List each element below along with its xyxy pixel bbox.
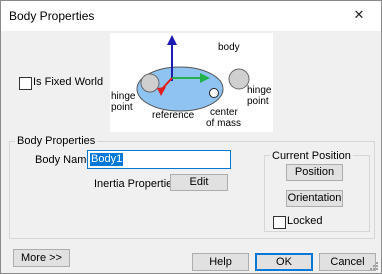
center-text-2: of mass — [206, 118, 241, 129]
hinge-right-text-1: hinge — [247, 85, 272, 96]
more-button[interactable]: More >> — [13, 249, 70, 267]
hinge-left-text-2: point — [111, 102, 133, 113]
locked-label: Locked — [287, 215, 323, 227]
hinge-right-shape — [228, 68, 250, 90]
dialog-client: Is Fixed World body hinge point hinge po… — [1, 31, 381, 273]
hinge-left-shape — [140, 73, 160, 93]
center-of-mass-marker — [209, 88, 219, 98]
hinge-left-text-1: hinge — [111, 91, 136, 102]
body-properties-group-title: Body Properties — [15, 135, 98, 147]
orientation-button[interactable]: Orientation — [286, 190, 343, 207]
body-properties-dialog: Body Properties ✕ Is Fixed World body hi… — [0, 0, 382, 274]
body-diagram: body hinge point hinge point reference c… — [110, 33, 273, 132]
close-button[interactable]: ✕ — [337, 1, 381, 31]
fixed-world-checkbox[interactable] — [19, 77, 32, 90]
body-text: body — [218, 42, 240, 53]
ok-button[interactable]: OK — [255, 253, 313, 271]
resize-grip-icon[interactable] — [369, 261, 379, 271]
locked-checkbox[interactable] — [273, 216, 286, 229]
help-button[interactable]: Help — [192, 253, 249, 271]
inertia-properties-label: Inertia Properties: — [94, 178, 181, 190]
body-name-value: Body1 — [90, 153, 124, 166]
y-axis-arrowhead — [167, 35, 177, 45]
current-position-group-title: Current Position — [270, 150, 353, 162]
position-button[interactable]: Position — [286, 164, 343, 181]
title-bar: Body Properties ✕ — [1, 1, 381, 31]
center-text-1: center — [210, 107, 238, 118]
cancel-button[interactable]: Cancel — [319, 253, 376, 271]
window-title: Body Properties — [9, 9, 95, 23]
reference-text: reference — [152, 110, 195, 121]
fixed-world-label: Is Fixed World — [33, 76, 104, 88]
edit-inertia-button[interactable]: Edit — [170, 174, 228, 191]
body-name-input[interactable]: Body1 — [87, 150, 231, 169]
body-diagram-svg: body hinge point hinge point reference c… — [111, 35, 272, 129]
hinge-right-text-2: point — [247, 96, 269, 107]
